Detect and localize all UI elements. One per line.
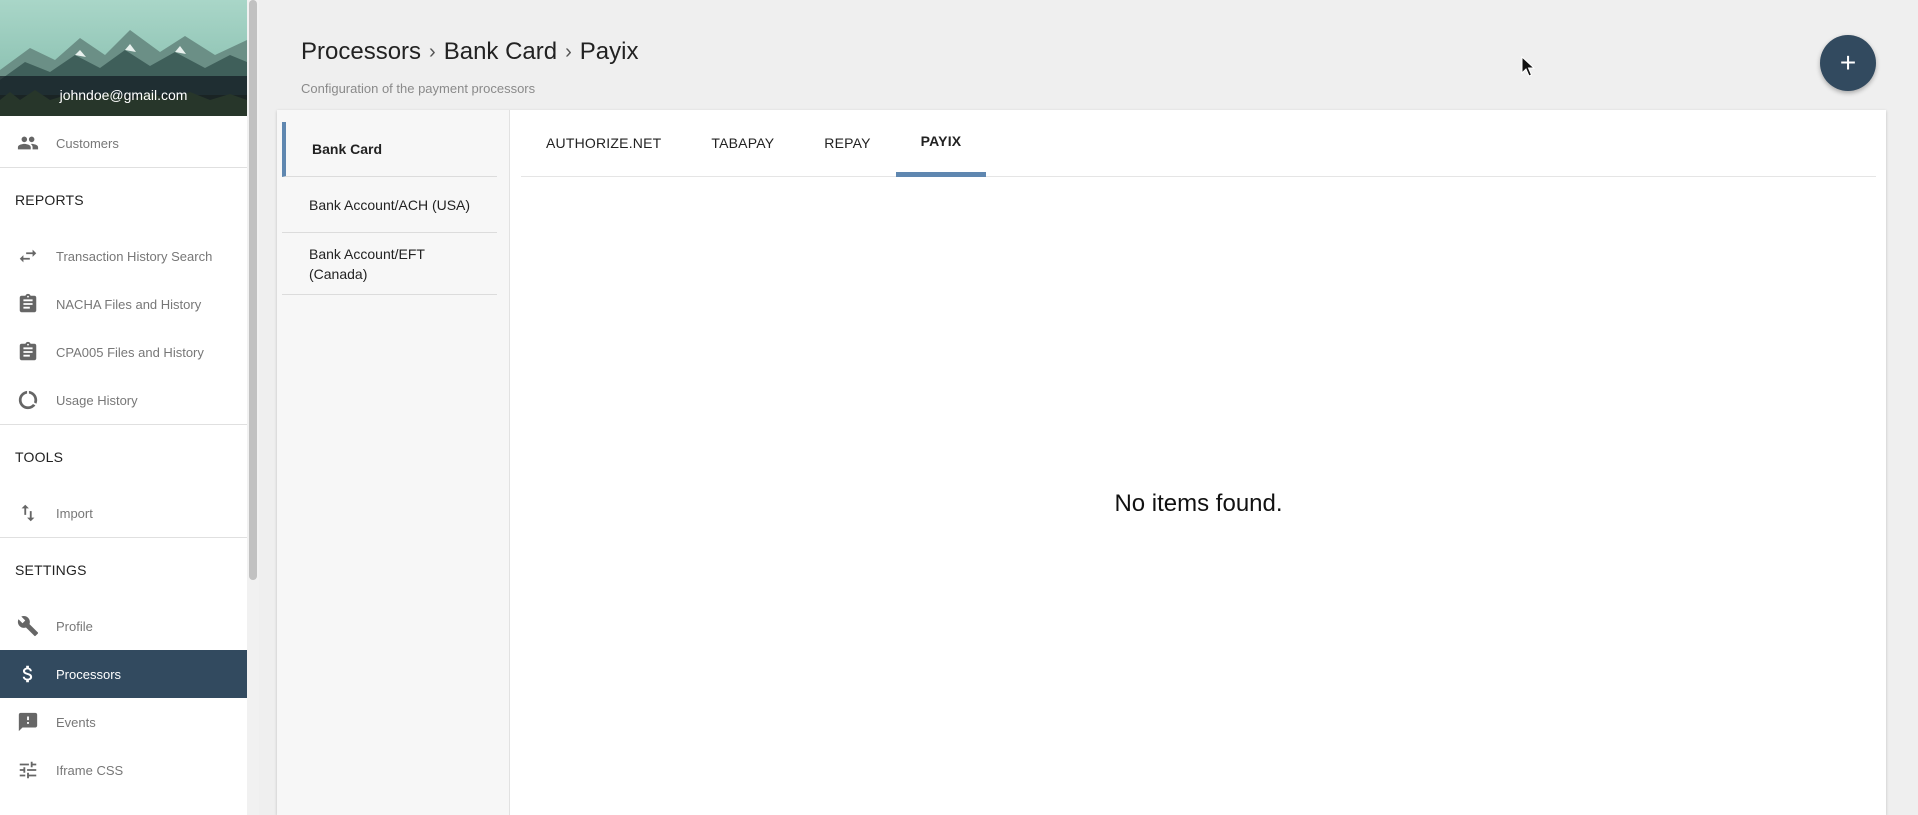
sidebar-item-iframe-css[interactable]: Iframe CSS bbox=[0, 746, 247, 794]
sidebar-item-label: Processors bbox=[56, 666, 122, 682]
sidebar-item-transaction-history[interactable]: Transaction History Search bbox=[0, 232, 247, 280]
breadcrumb: Processors › Bank Card › Payix bbox=[301, 38, 638, 66]
section-header-settings: SETTINGS bbox=[15, 562, 87, 578]
empty-state-message: No items found. bbox=[1114, 490, 1283, 517]
processor-category-list: Bank Card Bank Account/ACH (USA) Bank Ac… bbox=[277, 110, 510, 815]
sidebar-item-nacha-files[interactable]: NACHA Files and History bbox=[0, 280, 247, 328]
sliders-icon bbox=[16, 758, 40, 782]
sidebar: johndoe@gmail.com Customers REPORTS Tran… bbox=[0, 0, 247, 815]
import-arrows-icon bbox=[16, 501, 40, 525]
processor-content: AUTHORIZE.NET TABAPAY REPAY PAYIX No ite… bbox=[511, 110, 1886, 815]
sidebar-item-usage-history[interactable]: Usage History bbox=[0, 376, 247, 424]
processors-panel: Bank Card Bank Account/ACH (USA) Bank Ac… bbox=[277, 110, 1886, 815]
category-item-bank-account-eft[interactable]: Bank Account/EFT (Canada) bbox=[282, 233, 497, 295]
chevron-right-icon: › bbox=[429, 40, 436, 63]
sidebar-scrollbar[interactable] bbox=[247, 0, 259, 815]
sidebar-item-profile[interactable]: Profile bbox=[0, 602, 247, 650]
mouse-cursor-icon bbox=[1521, 56, 1535, 77]
clipboard-icon bbox=[16, 340, 40, 364]
people-icon bbox=[16, 131, 40, 155]
sidebar-item-label: Transaction History Search bbox=[56, 248, 213, 264]
add-button[interactable]: + bbox=[1820, 35, 1876, 91]
category-item-bank-card[interactable]: Bank Card bbox=[282, 122, 497, 177]
sidebar-item-label: Profile bbox=[56, 618, 93, 634]
sidebar-item-events[interactable]: Events bbox=[0, 698, 247, 746]
app-root: johndoe@gmail.com Customers REPORTS Tran… bbox=[0, 0, 1918, 815]
profile-banner: johndoe@gmail.com bbox=[0, 0, 247, 116]
clipboard-icon bbox=[16, 292, 40, 316]
circle-progress-icon bbox=[16, 388, 40, 412]
sidebar-item-customers[interactable]: Customers bbox=[0, 119, 247, 167]
sidebar-item-label: Usage History bbox=[56, 392, 138, 408]
sidebar-item-label: Events bbox=[56, 714, 96, 730]
tab-authorize-net[interactable]: AUTHORIZE.NET bbox=[521, 109, 686, 176]
page-subtitle: Configuration of the payment processors bbox=[301, 81, 536, 96]
sidebar-item-cpa005-files[interactable]: CPA005 Files and History bbox=[0, 328, 247, 376]
sidebar-item-label: Import bbox=[56, 505, 93, 521]
sidebar-item-label: NACHA Files and History bbox=[56, 296, 202, 312]
user-email: johndoe@gmail.com bbox=[0, 76, 247, 116]
plus-icon: + bbox=[1839, 47, 1857, 78]
category-label: Bank Account/EFT (Canada) bbox=[309, 245, 425, 282]
category-label: Bank Account/ACH (USA) bbox=[309, 196, 471, 213]
sidebar-item-label: Customers bbox=[56, 135, 119, 151]
breadcrumb-item-processors[interactable]: Processors bbox=[301, 38, 421, 66]
scrollbar-thumb[interactable] bbox=[249, 0, 257, 580]
sidebar-item-label: Iframe CSS bbox=[56, 762, 124, 778]
category-label: Bank Card bbox=[312, 141, 383, 157]
breadcrumb-item-payix: Payix bbox=[579, 38, 639, 65]
dollar-icon bbox=[16, 662, 40, 686]
category-item-bank-account-ach[interactable]: Bank Account/ACH (USA) bbox=[282, 177, 497, 233]
feedback-icon bbox=[16, 710, 40, 734]
swap-arrows-icon bbox=[16, 244, 40, 268]
tab-repay[interactable]: REPAY bbox=[799, 109, 895, 176]
sidebar-item-import[interactable]: Import bbox=[0, 489, 247, 537]
tab-payix[interactable]: PAYIX bbox=[895, 109, 987, 177]
chevron-right-icon: › bbox=[565, 40, 572, 63]
sidebar-item-processors[interactable]: Processors bbox=[0, 650, 247, 698]
section-header-tools: TOOLS bbox=[15, 449, 64, 465]
main-content: Processors › Bank Card › Payix Configura… bbox=[259, 0, 1918, 815]
tab-tabapay[interactable]: TABAPAY bbox=[686, 109, 799, 176]
breadcrumb-item-bank-card[interactable]: Bank Card bbox=[444, 38, 557, 66]
wrench-icon bbox=[16, 614, 40, 638]
section-header-reports: REPORTS bbox=[15, 192, 84, 208]
sidebar-item-label: CPA005 Files and History bbox=[56, 344, 204, 360]
processor-tabs: AUTHORIZE.NET TABAPAY REPAY PAYIX bbox=[521, 110, 1876, 177]
